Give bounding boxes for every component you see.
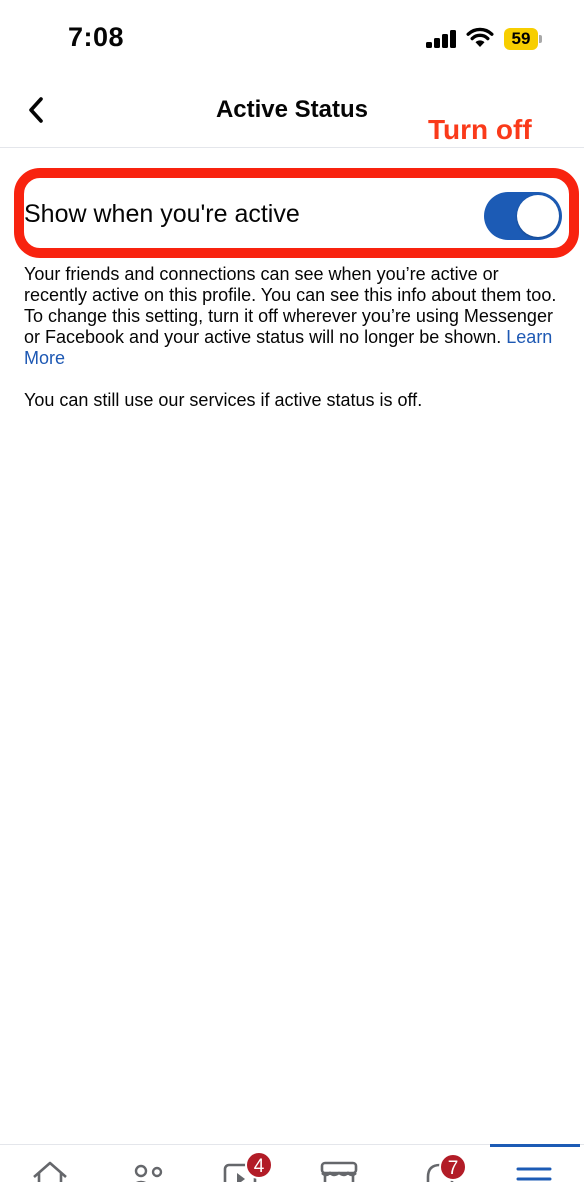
tab-home[interactable] — [20, 1145, 80, 1182]
description-body: Your friends and connections can see whe… — [24, 264, 557, 347]
marketplace-icon — [320, 1161, 358, 1182]
bottom-tab-bar: 4 7 — [0, 1144, 584, 1182]
video-badge: 4 — [245, 1151, 273, 1179]
tab-marketplace[interactable] — [310, 1145, 370, 1182]
active-status-toggle[interactable] — [484, 192, 562, 240]
active-status-setting-row[interactable]: Show when you're active — [24, 190, 564, 242]
setting-label: Show when you're active — [24, 200, 300, 228]
friends-icon — [134, 1164, 163, 1182]
status-time: 7:08 — [68, 22, 125, 52]
battery-level: 59 — [504, 28, 538, 50]
tab-menu[interactable] — [500, 1145, 570, 1182]
toggle-knob — [517, 195, 559, 237]
tab-video[interactable]: 4 — [212, 1145, 282, 1182]
tab-friends[interactable] — [116, 1145, 176, 1182]
notifications-badge: 7 — [439, 1153, 467, 1181]
active-tab-indicator — [490, 1144, 580, 1147]
annotation-label: Turn off — [428, 114, 532, 145]
tab-notifications[interactable]: 7 — [410, 1145, 480, 1182]
note-text: You can still use our services if active… — [24, 390, 423, 410]
battery-icon: 59 — [504, 28, 542, 50]
description-text: Your friends and connections can see whe… — [24, 264, 564, 369]
menu-icon — [516, 1167, 552, 1181]
wifi-icon — [466, 27, 494, 47]
status-bar: 7:08 59 — [0, 0, 584, 80]
cellular-signal-icon — [426, 30, 458, 48]
home-icon — [33, 1161, 67, 1182]
